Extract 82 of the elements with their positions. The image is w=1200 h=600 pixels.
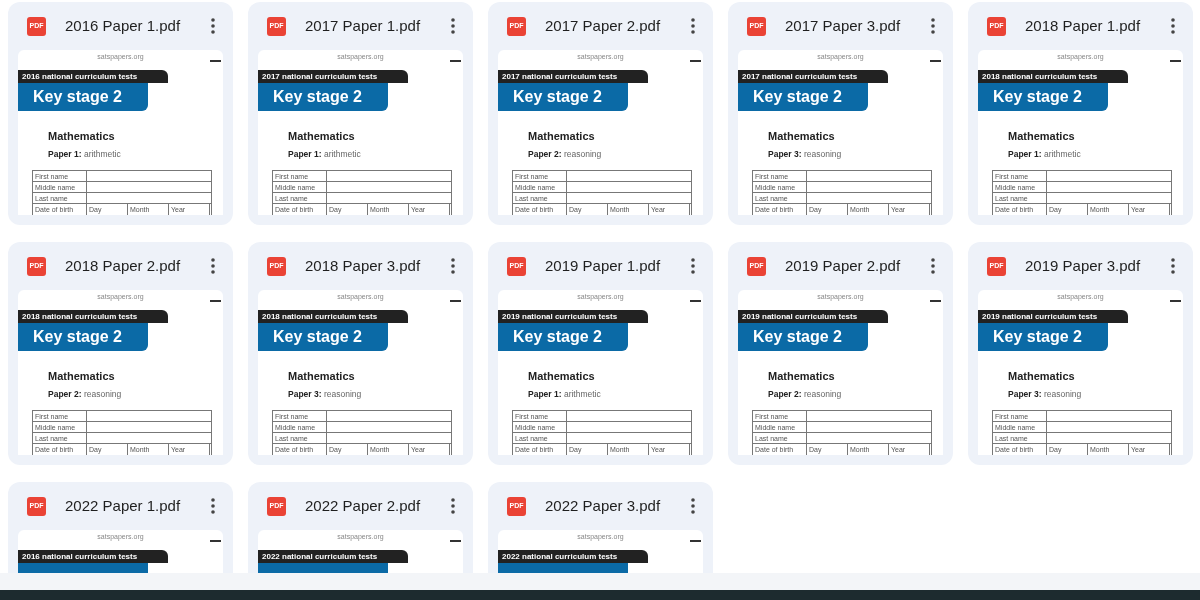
- series-label: 2018 national curriculum tests: [978, 70, 1128, 83]
- key-stage-title: Key stage 2: [978, 323, 1108, 351]
- more-vert-icon: [211, 498, 215, 514]
- series-label: 2017 national curriculum tests: [258, 70, 408, 83]
- paper-title: Paper 3: reasoning: [1007, 387, 1083, 401]
- series-label: 2017 national curriculum tests: [738, 70, 888, 83]
- subject-title: Mathematics: [47, 129, 116, 144]
- file-name: 2016 Paper 1.pdf: [65, 15, 182, 36]
- file-name: 2022 Paper 2.pdf: [305, 495, 422, 516]
- file-name: 2017 Paper 2.pdf: [545, 15, 662, 36]
- paper-title: Paper 3: reasoning: [287, 387, 363, 401]
- subject-title: Mathematics: [527, 129, 596, 144]
- dash-icon: [450, 60, 461, 62]
- file-name: 2019 Paper 2.pdf: [785, 255, 902, 276]
- file-name: 2019 Paper 3.pdf: [1025, 255, 1142, 276]
- series-label: 2022 national curriculum tests: [498, 550, 648, 563]
- dash-icon: [210, 540, 221, 542]
- series-label: 2017 national curriculum tests: [498, 70, 648, 83]
- dash-icon: [690, 540, 701, 542]
- subject-title: Mathematics: [767, 369, 836, 384]
- key-stage-title: Key stage 2: [258, 323, 388, 351]
- dash-icon: [210, 60, 221, 62]
- more-vert-icon: [211, 258, 215, 274]
- more-vert-icon: [451, 498, 455, 514]
- series-label: 2016 national curriculum tests: [18, 70, 168, 83]
- series-label: 2019 national curriculum tests: [978, 310, 1128, 323]
- key-stage-title: Key stage 2: [738, 83, 868, 111]
- dash-icon: [210, 300, 221, 302]
- file-name: 2022 Paper 3.pdf: [545, 495, 662, 516]
- series-label: 2016 national curriculum tests: [18, 550, 168, 563]
- series-label: 2018 national curriculum tests: [258, 310, 408, 323]
- file-name: 2017 Paper 3.pdf: [785, 15, 902, 36]
- subject-title: Mathematics: [47, 369, 116, 384]
- subject-title: Mathematics: [1007, 129, 1076, 144]
- key-stage-title: Key stage 2: [258, 83, 388, 111]
- file-name: 2018 Paper 1.pdf: [1025, 15, 1142, 36]
- dash-icon: [1170, 60, 1181, 62]
- key-stage-title: Key stage 2: [18, 323, 148, 351]
- paper-title: Paper 1: arithmetic: [527, 387, 602, 401]
- paper-title: Paper 2: reasoning: [767, 387, 843, 401]
- paper-title: Paper 3: reasoning: [767, 147, 843, 161]
- key-stage-title: Key stage 2: [738, 323, 868, 351]
- more-vert-icon: [451, 258, 455, 274]
- key-stage-title: Key stage 2: [18, 83, 148, 111]
- paper-title: Paper 2: reasoning: [527, 147, 603, 161]
- series-label: 2018 national curriculum tests: [18, 310, 168, 323]
- paper-title: Paper 2: reasoning: [47, 387, 123, 401]
- subject-title: Mathematics: [287, 369, 356, 384]
- dash-icon: [930, 300, 941, 302]
- subject-title: Mathematics: [767, 129, 836, 144]
- file-name: 2017 Paper 1.pdf: [305, 15, 422, 36]
- series-label: 2019 national curriculum tests: [738, 310, 888, 323]
- file-name: 2022 Paper 1.pdf: [65, 495, 182, 516]
- more-vert-icon: [1171, 18, 1175, 34]
- series-label: 2019 national curriculum tests: [498, 310, 648, 323]
- dash-icon: [1170, 300, 1181, 302]
- key-stage-title: Key stage 2: [498, 83, 628, 111]
- key-stage-title: Key stage 2: [498, 323, 628, 351]
- dash-icon: [450, 540, 461, 542]
- more-vert-icon: [691, 498, 695, 514]
- paper-title: Paper 1: arithmetic: [1007, 147, 1082, 161]
- more-vert-icon: [931, 258, 935, 274]
- dash-icon: [450, 300, 461, 302]
- more-vert-icon: [691, 258, 695, 274]
- file-name: 2019 Paper 1.pdf: [545, 255, 662, 276]
- subject-title: Mathematics: [1007, 369, 1076, 384]
- dash-icon: [690, 60, 701, 62]
- paper-title: Paper 1: arithmetic: [47, 147, 122, 161]
- key-stage-title: Key stage 2: [978, 83, 1108, 111]
- file-name: 2018 Paper 2.pdf: [65, 255, 182, 276]
- series-label: 2022 national curriculum tests: [258, 550, 408, 563]
- paper-title: Paper 1: arithmetic: [287, 147, 362, 161]
- more-vert-icon: [1171, 258, 1175, 274]
- more-vert-icon: [211, 18, 215, 34]
- dash-icon: [690, 300, 701, 302]
- subject-title: Mathematics: [287, 129, 356, 144]
- file-name: 2018 Paper 3.pdf: [305, 255, 422, 276]
- more-vert-icon: [691, 18, 695, 34]
- more-vert-icon: [451, 18, 455, 34]
- dash-icon: [930, 60, 941, 62]
- subject-title: Mathematics: [527, 369, 596, 384]
- more-vert-icon: [931, 18, 935, 34]
